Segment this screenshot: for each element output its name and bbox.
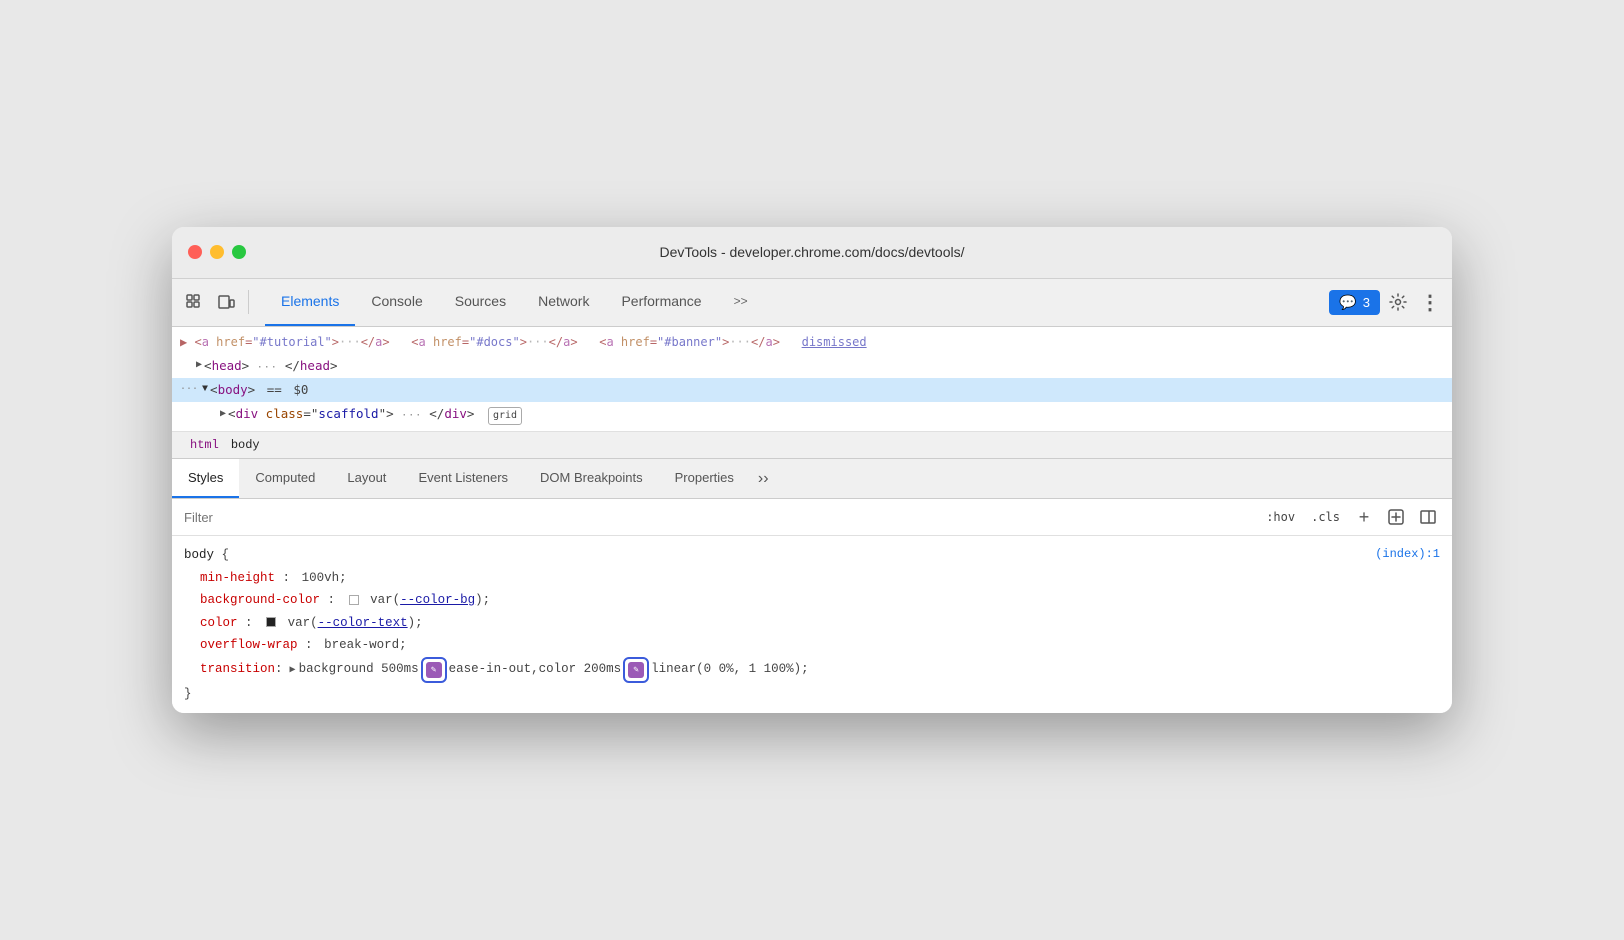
dom-row-head[interactable]: ▶ <head> ··· </head> xyxy=(172,354,1452,378)
dom-row-hidden: ▶ <a href="#tutorial">···</a> <a href="#… xyxy=(172,331,1452,354)
add-class-icon[interactable]: + xyxy=(1352,505,1376,529)
css-rule-body: (index):1 body { min-height : 100vh; bac… xyxy=(184,544,1440,705)
tab-properties[interactable]: Properties xyxy=(659,459,750,498)
minimize-button[interactable] xyxy=(210,245,224,259)
devtools-window: DevTools - developer.chrome.com/docs/dev… xyxy=(172,227,1452,713)
css-prop-color: color : var(--color-text); xyxy=(184,612,1440,635)
issues-badge[interactable]: 💬 3 xyxy=(1329,290,1380,315)
force-state-icon[interactable] xyxy=(1384,505,1408,529)
source-link[interactable]: (index):1 xyxy=(1375,544,1440,566)
main-toolbar: Elements Console Sources Network Perform… xyxy=(172,279,1452,327)
css-selector-line: body { xyxy=(184,544,1440,567)
breadcrumb-body[interactable]: body xyxy=(225,436,266,454)
cursor-tool-icon[interactable] xyxy=(180,288,208,316)
close-button[interactable] xyxy=(188,245,202,259)
devtools-body: Elements Console Sources Network Perform… xyxy=(172,279,1452,713)
tab-styles[interactable]: Styles xyxy=(172,459,239,498)
hov-button[interactable]: :hov xyxy=(1262,508,1299,526)
css-close-brace: } xyxy=(184,687,192,701)
tab-more[interactable]: >> xyxy=(718,279,764,326)
cls-button[interactable]: .cls xyxy=(1307,508,1344,526)
more-options-icon[interactable]: ⋮ xyxy=(1416,288,1444,316)
toolbar-right: 💬 3 ⋮ xyxy=(1329,288,1444,316)
dom-row-scaffold[interactable]: ▶ <div class="scaffold"> ··· </div> grid xyxy=(172,402,1452,427)
filter-bar: :hov .cls + xyxy=(172,499,1452,536)
maximize-button[interactable] xyxy=(232,245,246,259)
filter-input[interactable] xyxy=(184,510,1262,525)
tab-layout[interactable]: Layout xyxy=(331,459,402,498)
css-prop-background-color: background-color : var(--color-bg); xyxy=(184,589,1440,612)
settings-icon[interactable] xyxy=(1384,288,1412,316)
tab-sources[interactable]: Sources xyxy=(439,279,522,326)
transition-swatch-1[interactable]: ✎ xyxy=(421,657,447,683)
computed-sidebar-icon[interactable] xyxy=(1416,505,1440,529)
css-prop-min-height: min-height : 100vh; xyxy=(184,567,1440,590)
toolbar-divider-1 xyxy=(248,290,249,314)
css-prop-overflow-wrap: overflow-wrap : break-word; xyxy=(184,634,1440,657)
badge-icon: 💬 xyxy=(1339,294,1356,311)
tab-more-icon[interactable]: ›› xyxy=(750,459,777,498)
styles-content: (index):1 body { min-height : 100vh; bac… xyxy=(172,536,1452,713)
tab-performance[interactable]: Performance xyxy=(605,279,717,326)
tab-elements[interactable]: Elements xyxy=(265,279,355,326)
titlebar: DevTools - developer.chrome.com/docs/dev… xyxy=(172,227,1452,279)
dom-tree: ▶ <a href="#tutorial">···</a> <a href="#… xyxy=(172,327,1452,432)
css-prop-transition: transition : ▶ background 500ms ✎ ease-i… xyxy=(184,657,1440,683)
tab-computed[interactable]: Computed xyxy=(239,459,331,498)
window-title: DevTools - developer.chrome.com/docs/dev… xyxy=(659,244,964,260)
tab-event-listeners[interactable]: Event Listeners xyxy=(402,459,524,498)
breadcrumb-html[interactable]: html xyxy=(184,436,225,454)
breadcrumb: html body xyxy=(172,432,1452,459)
css-selector: body xyxy=(184,548,222,562)
filter-actions: :hov .cls + xyxy=(1262,505,1440,529)
tab-network[interactable]: Network xyxy=(522,279,605,326)
filter-input-wrap xyxy=(184,510,1262,525)
transition-arrow[interactable]: ▶ xyxy=(290,665,296,676)
dom-row-body[interactable]: ··· ▼ <body> == $0 xyxy=(172,378,1452,402)
transition-swatch-2[interactable]: ✎ xyxy=(623,657,649,683)
main-tabs: Elements Console Sources Network Perform… xyxy=(265,279,764,326)
traffic-lights xyxy=(188,245,246,259)
tab-dom-breakpoints[interactable]: DOM Breakpoints xyxy=(524,459,659,498)
css-open-brace: { xyxy=(222,548,230,562)
device-toggle-icon[interactable] xyxy=(212,288,240,316)
tab-console[interactable]: Console xyxy=(355,279,438,326)
styles-tabs: Styles Computed Layout Event Listeners D… xyxy=(172,459,1452,499)
css-close-brace-line: } xyxy=(184,683,1440,706)
badge-count: 3 xyxy=(1363,295,1370,310)
